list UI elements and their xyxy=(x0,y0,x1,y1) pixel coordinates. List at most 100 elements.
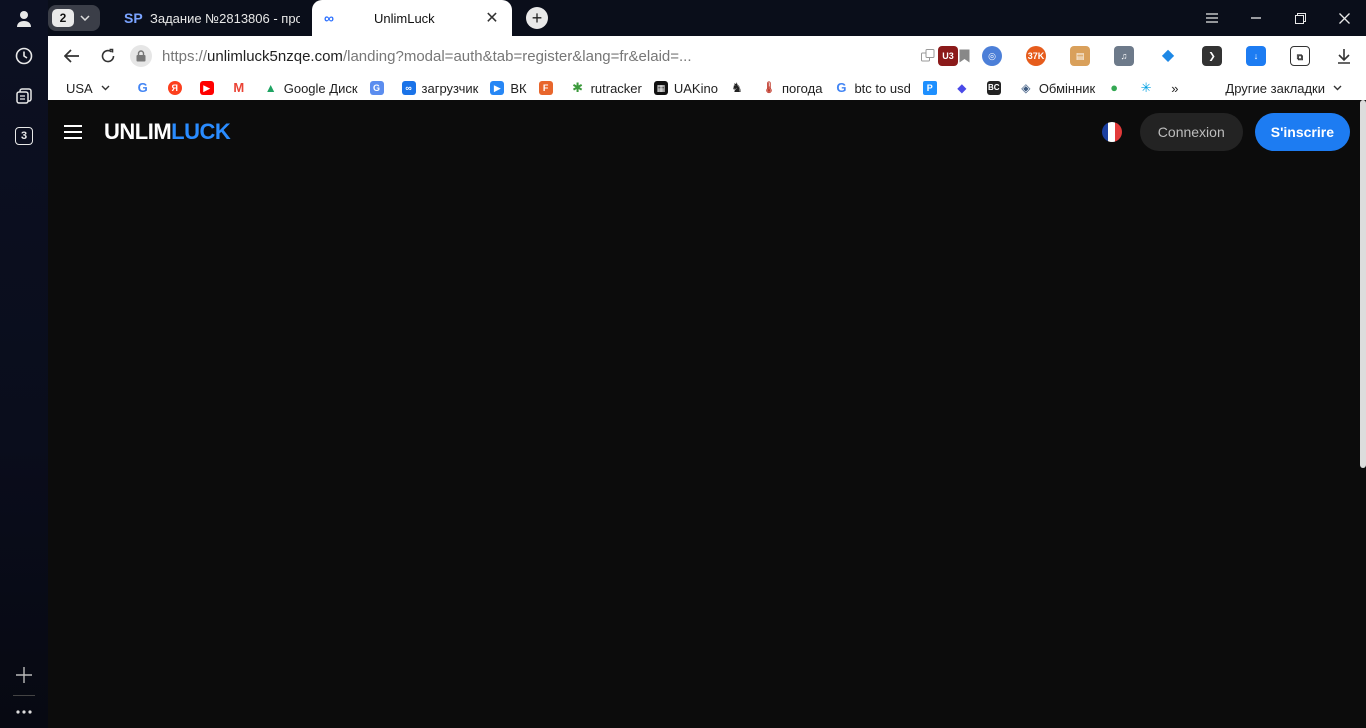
bookmark-label: rutracker xyxy=(590,80,642,96)
divider xyxy=(13,695,35,696)
yandex-icon: Я xyxy=(167,81,182,95)
site-logo[interactable]: UNLIMLUCK xyxy=(104,119,231,145)
map-pin-icon: ● xyxy=(1110,80,1119,95)
bookmark-obminnik[interactable]: ◈ Обмінник xyxy=(1013,76,1101,100)
collections-icon[interactable] xyxy=(8,80,40,112)
bookmark-maps[interactable]: ● xyxy=(1101,76,1133,100)
url-scheme: https:// xyxy=(162,47,208,65)
vpn-extension-icon[interactable]: ◎ xyxy=(970,36,1014,76)
diamond-icon: ◆ xyxy=(957,81,967,95)
menu-icon[interactable] xyxy=(1190,0,1234,36)
dark-extension-icon[interactable]: ❯ xyxy=(1190,36,1234,76)
bookmark-f[interactable]: F xyxy=(533,76,565,100)
bookmark-yandex[interactable]: Я xyxy=(162,76,194,100)
exchange-icon: ◈ xyxy=(1021,81,1031,95)
bookmarks-overflow[interactable]: » xyxy=(1165,76,1184,100)
history-icon[interactable] xyxy=(8,40,40,72)
restore-icon[interactable] xyxy=(1278,0,1322,36)
tab-zadanie[interactable]: SP Задание №2813806 - прос xyxy=(112,0,312,36)
music-extension-icon[interactable]: ♫ xyxy=(1102,36,1146,76)
notes-extension-icon[interactable]: ⧉ xyxy=(1278,36,1322,76)
tab-title: Задание №2813806 - прос xyxy=(150,10,300,26)
bookmark-label: Google Диск xyxy=(283,80,358,96)
bookmark-label: ВК xyxy=(510,80,527,96)
site-header: UNLIMLUCK Connexion S'inscrire xyxy=(48,100,1366,164)
bookmark-zagruzchik[interactable]: ∞ загрузчик xyxy=(396,76,485,100)
url-path: /landing?modal=auth&tab=register&lang=fr… xyxy=(342,47,692,65)
address-toolbar: https://unlimluck5nzqe.com/landing?modal… xyxy=(48,36,1366,76)
page-viewport: UNLIMLUCK Connexion S'inscrire xyxy=(48,100,1366,728)
bookmark-vk[interactable]: ▶ ВК xyxy=(484,76,532,100)
other-bookmarks-label: Другие закладки xyxy=(1225,80,1325,96)
uakino-icon: ▦ xyxy=(653,81,668,95)
bookmark-google-disk[interactable]: ▲ Google Диск xyxy=(258,76,364,100)
bookmark-label: Обмінник xyxy=(1038,80,1096,96)
bookmark-chess[interactable]: ♞ xyxy=(724,76,756,100)
address-bar[interactable]: https://unlimluck5nzqe.com/landing?modal… xyxy=(130,40,850,72)
infinity-icon: ∞ xyxy=(401,81,416,95)
close-icon[interactable]: ✕ xyxy=(484,8,500,28)
bookmark-star[interactable]: ✳ xyxy=(1133,76,1165,100)
tab-group-count: 2 xyxy=(52,9,74,27)
more-icon[interactable] xyxy=(8,702,40,722)
thermometer-icon: 🌡 xyxy=(761,82,776,94)
back-icon[interactable] xyxy=(54,38,90,74)
tab-group[interactable]: 2 xyxy=(48,5,100,31)
reload-icon[interactable] xyxy=(90,38,126,74)
tabs-count: 3 xyxy=(15,127,33,145)
bookmark-bc[interactable]: BC xyxy=(981,76,1013,100)
other-bookmarks[interactable]: Другие закладки xyxy=(1225,76,1342,100)
tabs-count-button[interactable]: 3 xyxy=(8,120,40,152)
downloads-icon[interactable] xyxy=(1322,36,1366,76)
tab-title: UnlimLuck xyxy=(374,10,435,26)
bookmark-label: UAKino xyxy=(673,80,718,96)
add-icon[interactable] xyxy=(8,659,40,691)
minimize-icon[interactable] xyxy=(1234,0,1278,36)
chevron-down-icon xyxy=(101,85,110,91)
bookmark-rutracker[interactable]: ✱ rutracker xyxy=(565,76,648,100)
gmail-icon: M xyxy=(233,80,245,95)
extensions-area: U3 ◎ 37K ▤ ♫ ◆ ❯ ↓ ⧉ xyxy=(926,36,1366,76)
bookmark-uakino[interactable]: ▦ UAKino xyxy=(648,76,724,100)
bookmark-usa[interactable]: USA xyxy=(60,76,116,100)
bookmark-btc[interactable]: Gbtc to usd xyxy=(828,76,916,100)
hamburger-menu-icon[interactable] xyxy=(64,120,88,144)
chevron-down-icon[interactable] xyxy=(74,15,96,21)
close-window-icon[interactable] xyxy=(1322,0,1366,36)
rutracker-icon: ✱ xyxy=(572,80,584,95)
bookmark-label: USA xyxy=(66,80,93,96)
counter-extension-icon[interactable]: 37K xyxy=(1014,36,1058,76)
login-button[interactable]: Connexion xyxy=(1139,113,1243,151)
chess-knight-icon: ♞ xyxy=(731,80,743,95)
diamond-extension-icon[interactable]: ◆ xyxy=(1146,36,1190,76)
bookmark-pogoda[interactable]: 🌡 погода xyxy=(756,76,829,100)
tab-unlimluck[interactable]: ∞ UnlimLuck ✕ xyxy=(312,0,512,36)
logo-accent: LUCK xyxy=(171,119,231,144)
download-extension-icon[interactable]: ↓ xyxy=(1234,36,1278,76)
bookmark-p[interactable]: P xyxy=(917,76,949,100)
bookmarks-bar: USA G Я ▶ M ▲ Google Диск G ∞ загрузчик ▶ В… xyxy=(48,76,1366,100)
french-flag-icon[interactable] xyxy=(1101,122,1122,142)
window-controls xyxy=(1190,0,1366,36)
bookmark-google[interactable]: G xyxy=(130,76,162,100)
profile-icon[interactable] xyxy=(8,2,40,36)
shop-extension-icon[interactable]: ▤ xyxy=(1058,36,1102,76)
f-icon: F xyxy=(538,81,553,95)
infinity-favicon-icon: ∞ xyxy=(324,10,334,26)
bookmark-label: btc to usd xyxy=(854,80,911,96)
new-tab-icon[interactable]: + xyxy=(526,7,548,29)
p-icon: P xyxy=(922,81,937,95)
bookmark-gmail[interactable]: M xyxy=(226,76,258,100)
url-text[interactable]: https://unlimluck5nzqe.com/landing?modal… xyxy=(162,48,692,65)
double-chevron-icon: » xyxy=(1171,80,1179,96)
ublock-extension-icon[interactable]: U3 xyxy=(926,36,970,76)
scrollbar[interactable] xyxy=(1360,100,1366,468)
bookmark-translate[interactable]: G xyxy=(364,76,396,100)
google-icon: G xyxy=(836,80,847,95)
register-button[interactable]: S'inscrire xyxy=(1254,113,1350,151)
bookmark-label: погода xyxy=(781,80,823,96)
bookmark-youtube[interactable]: ▶ xyxy=(194,76,226,100)
bookmark-diamond[interactable]: ◆ xyxy=(949,76,981,100)
url-host: unlimluck5nzqe.com xyxy=(207,47,343,65)
lock-icon[interactable] xyxy=(130,45,152,67)
